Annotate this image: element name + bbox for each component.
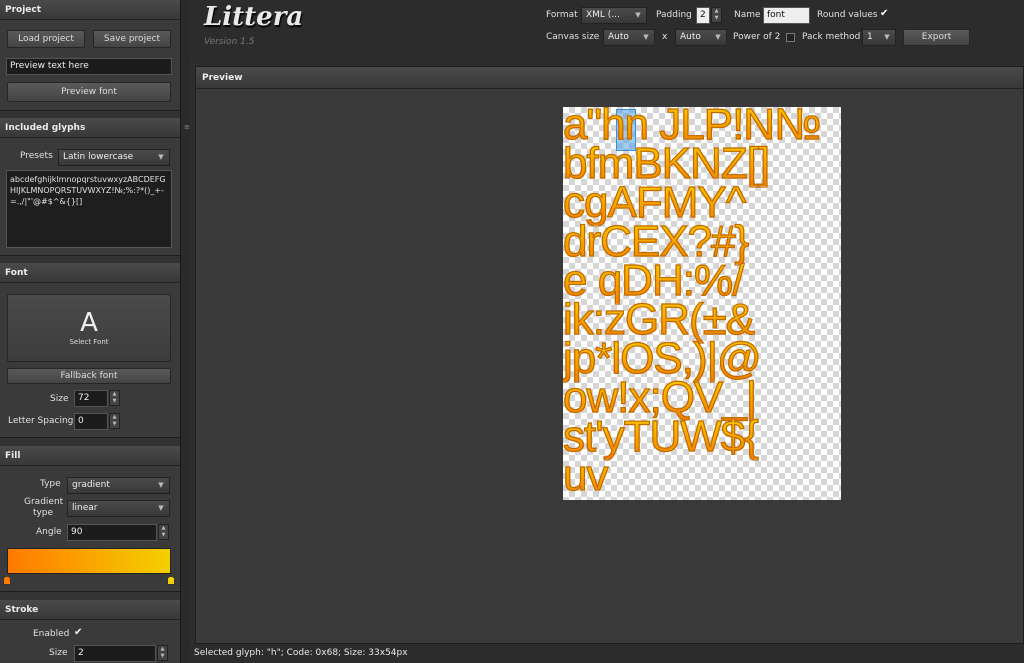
pack-method-dropdown[interactable]: 1 ▼ — [862, 29, 896, 46]
power-of-2-label: Power of 2 — [733, 32, 781, 42]
name-label: Name — [734, 10, 761, 20]
pack-method-label: Pack method — [802, 32, 861, 42]
stroke-enabled-label: Enabled — [33, 629, 70, 639]
font-preview-glyph: A — [80, 308, 98, 338]
stroke-size-stepper[interactable]: ▲ ▼ — [157, 645, 168, 661]
glyphs-header: Included glyphs — [0, 118, 180, 138]
letter-spacing-input[interactable]: 0 — [74, 413, 108, 430]
round-values-checkbox[interactable]: ✔ — [880, 8, 888, 19]
step-down-icon[interactable]: ▼ — [110, 421, 119, 428]
letter-spacing-label: Letter Spacing — [8, 416, 74, 426]
status-bar: Selected glyph: "h"; Code: 0x68; Size: 3… — [190, 644, 1024, 663]
chevron-down-icon: ▼ — [643, 33, 649, 41]
fallback-font-button[interactable]: Fallback font — [7, 368, 171, 384]
step-down-icon[interactable]: ▼ — [158, 653, 167, 660]
chevron-down-icon: ▼ — [158, 481, 164, 489]
step-down-icon[interactable]: ▼ — [159, 532, 168, 539]
gradient-type-dropdown[interactable]: linear ▼ — [67, 500, 170, 517]
canvas-height-dropdown[interactable]: Auto ▼ — [675, 29, 727, 46]
presets-label: Presets — [20, 151, 53, 161]
glyph-row[interactable]: uv — [563, 453, 609, 498]
step-up-icon[interactable]: ▲ — [159, 525, 168, 532]
fill-header: Fill — [0, 446, 180, 466]
preview-header: Preview — [196, 67, 1023, 89]
glyph-atlas-canvas[interactable]: a"hn JLP!N№ bfmBKNZ[] cgAFMY^ drCEX?#} e qDH… — [563, 107, 841, 500]
chevron-down-icon: ▼ — [635, 11, 641, 19]
preview-panel: Preview a"hn JLP!N№ bfmBKNZ[] cgAFMY^ drCEX… — [195, 66, 1024, 644]
name-input[interactable]: font — [763, 7, 810, 24]
letter-spacing-stepper[interactable]: ▲ ▼ — [109, 413, 120, 429]
angle-stepper[interactable]: ▲ ▼ — [158, 524, 169, 540]
gradient-preview[interactable] — [7, 548, 171, 574]
format-label: Format — [546, 10, 578, 20]
select-font-label: Select Font — [69, 338, 109, 346]
chevron-down-icon: ▼ — [158, 153, 164, 161]
stroke-size-label: Size — [49, 648, 68, 658]
project-header: Project — [0, 0, 180, 20]
step-up-icon[interactable]: ▲ — [110, 414, 119, 421]
sidebar-splitter[interactable]: ≡ — [180, 0, 190, 663]
padding-label: Padding — [656, 10, 692, 20]
fill-type-value: gradient — [72, 480, 110, 490]
format-dropdown[interactable]: XML (... ▼ — [581, 7, 647, 24]
fill-section: Fill Type gradient ▼ Gradient type linea… — [0, 446, 180, 592]
padding-input[interactable]: 2 — [696, 7, 710, 24]
font-section: Font A Select Font Fallback font Size 72… — [0, 263, 180, 438]
canvas-height-value: Auto — [680, 32, 701, 42]
left-sidebar: Project Load project Save project Previe… — [0, 0, 180, 663]
angle-label: Angle — [36, 527, 62, 537]
round-values-label: Round values — [817, 10, 878, 20]
toolbar: Littera Version 1.5 Format XML (... ▼ Pa… — [190, 0, 1024, 63]
stroke-size-input[interactable]: 2 — [74, 645, 156, 662]
step-down-icon[interactable]: ▼ — [712, 15, 721, 22]
presets-dropdown[interactable]: Latin lowercase ▼ — [58, 149, 170, 166]
fill-type-label: Type — [40, 479, 61, 489]
gradient-end-handle[interactable] — [167, 576, 175, 585]
font-size-stepper[interactable]: ▲ ▼ — [109, 390, 120, 406]
canvas-width-dropdown[interactable]: Auto ▼ — [603, 29, 655, 46]
app-version: Version 1.5 — [204, 37, 255, 47]
select-font-button[interactable]: A Select Font — [7, 294, 171, 362]
glyphs-textarea[interactable]: abcdefghijklmnopqrstuvwxyzABCDEFGHIJKLMN… — [6, 170, 172, 248]
padding-stepper[interactable]: ▲ ▼ — [711, 7, 722, 23]
stroke-header: Stroke — [0, 600, 180, 620]
stroke-enabled-checkbox[interactable]: ✔ — [74, 627, 82, 638]
canvas-size-label: Canvas size — [546, 32, 600, 42]
step-up-icon[interactable]: ▲ — [110, 391, 119, 398]
chevron-down-icon: ▼ — [158, 504, 164, 512]
chevron-down-icon: ▼ — [715, 33, 721, 41]
canvas-width-value: Auto — [608, 32, 629, 42]
preview-text-input[interactable]: Preview text here — [6, 58, 172, 75]
font-size-input[interactable]: 72 — [74, 390, 108, 407]
step-down-icon[interactable]: ▼ — [110, 398, 119, 405]
project-section: Project Load project Save project Previe… — [0, 0, 180, 111]
gradient-type-label: Gradient type — [24, 497, 64, 518]
font-size-label: Size — [50, 394, 69, 404]
splitter-grip-icon[interactable]: ≡ — [184, 123, 190, 131]
glyphs-section: Included glyphs Presets Latin lowercase … — [0, 118, 180, 256]
load-project-button[interactable]: Load project — [7, 30, 85, 48]
export-button[interactable]: Export — [903, 29, 970, 46]
gradient-start-handle[interactable] — [3, 576, 11, 585]
canvas-x-label: x — [662, 32, 668, 42]
preview-font-button[interactable]: Preview font — [7, 82, 171, 102]
format-value: XML (... — [586, 10, 620, 20]
chevron-down-icon: ▼ — [884, 33, 890, 41]
pack-method-value: 1 — [867, 32, 873, 42]
step-up-icon[interactable]: ▲ — [712, 8, 721, 15]
font-header: Font — [0, 263, 180, 283]
angle-input[interactable]: 90 — [67, 524, 157, 541]
gradient-type-value: linear — [72, 503, 98, 513]
app-logo: Littera — [204, 2, 304, 32]
step-up-icon[interactable]: ▲ — [158, 646, 167, 653]
stroke-section: Stroke Enabled ✔ Size 2 ▲ ▼ — [0, 600, 180, 663]
power-of-2-checkbox[interactable] — [786, 33, 795, 42]
presets-value: Latin lowercase — [63, 152, 134, 162]
fill-type-dropdown[interactable]: gradient ▼ — [67, 477, 170, 494]
save-project-button[interactable]: Save project — [93, 30, 171, 48]
